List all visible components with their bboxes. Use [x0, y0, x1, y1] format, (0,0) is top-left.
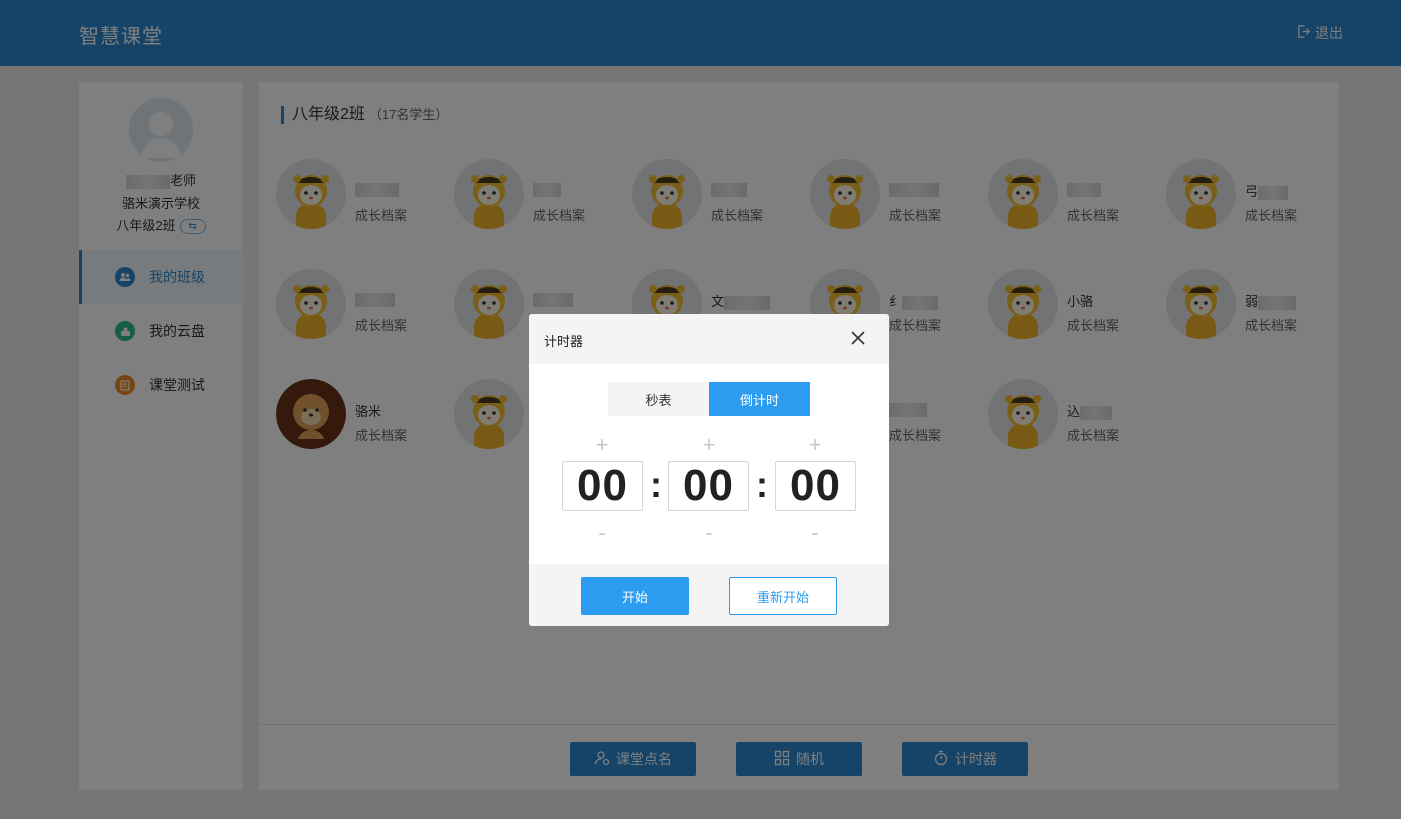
- hours-display[interactable]: 00: [562, 461, 643, 511]
- timer-mode-tabs: 秒表 倒计时: [608, 382, 810, 416]
- minutes-increment-button[interactable]: +: [699, 432, 719, 458]
- hours-decrement-button[interactable]: -: [592, 520, 612, 546]
- modal-header: 计时器: [529, 314, 889, 364]
- minutes-display[interactable]: 00: [668, 461, 749, 511]
- modal-footer: 开始 重新开始: [529, 564, 889, 626]
- restart-button[interactable]: 重新开始: [729, 577, 837, 615]
- tab-stopwatch[interactable]: 秒表: [608, 382, 709, 416]
- timer-modal: 计时器 秒表 倒计时 + + + 00 : 00 : 00 - - - 开始 重…: [529, 314, 889, 626]
- seconds-decrement-button[interactable]: -: [805, 520, 825, 546]
- start-button[interactable]: 开始: [581, 577, 689, 615]
- modal-title: 计时器: [544, 334, 584, 349]
- tab-countdown[interactable]: 倒计时: [709, 382, 810, 416]
- close-icon[interactable]: [849, 329, 867, 347]
- hours-increment-button[interactable]: +: [592, 432, 612, 458]
- seconds-increment-button[interactable]: +: [805, 432, 825, 458]
- seconds-display[interactable]: 00: [775, 461, 856, 511]
- minutes-decrement-button[interactable]: -: [699, 520, 719, 546]
- minutes-seconds-separator: :: [756, 464, 768, 505]
- hours-minutes-separator: :: [650, 464, 662, 505]
